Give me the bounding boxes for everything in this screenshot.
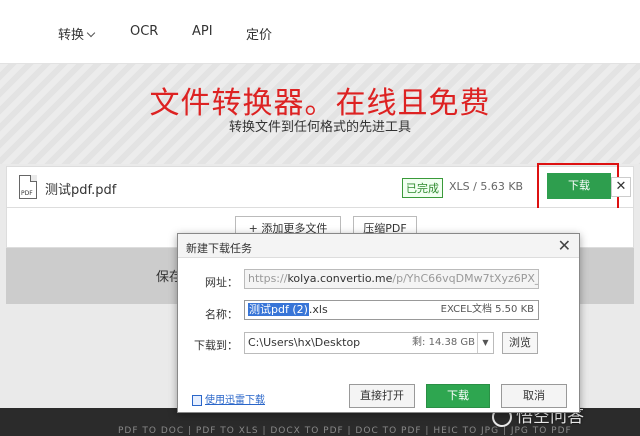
filename-field[interactable]: 测试pdf (2).xls EXCEL文档 5.50 KB	[244, 300, 539, 320]
open-directly-button[interactable]: 直接打开	[349, 384, 415, 408]
nav-api[interactable]: API	[192, 24, 213, 39]
chevron-down-icon	[86, 28, 96, 38]
browse-button[interactable]: 浏览	[502, 332, 538, 354]
save-path: C:\Users\hx\Desktop	[248, 336, 361, 349]
dialog-title: 新建下载任务	[186, 242, 252, 255]
url-prefix: https://	[248, 272, 288, 285]
file-row: PDF 测试pdf.pdf 已完成 XLS / 5.63 KB 下载 ✕	[6, 163, 634, 211]
nav-ocr[interactable]: OCR	[130, 24, 158, 39]
dropdown-arrow-icon[interactable]: ▼	[477, 333, 493, 353]
hero-banner: 文件转换器。在线且免费 转换文件到任何格式的先进工具	[0, 64, 640, 164]
nav-convert[interactable]: 转换	[58, 24, 96, 43]
nav-pricing[interactable]: 定价	[246, 24, 272, 43]
url-host: kolya.convertio.me	[287, 272, 393, 285]
url-path: /p/YhC66vqDMw7tXyz6PX_9eg/1	[392, 272, 538, 285]
new-download-dialog: 新建下载任务 ✕ 网址： https://kolya.convertio.me/…	[177, 233, 580, 413]
thunder-download-link[interactable]: 使用迅雷下载	[192, 391, 265, 406]
thunder-label: 使用迅雷下载	[205, 395, 265, 406]
dialog-titlebar: 新建下载任务 ✕	[178, 234, 579, 258]
download-button[interactable]: 下载	[547, 173, 611, 199]
top-nav: 转换 OCR API 定价	[0, 0, 640, 64]
free-space: 剩: 14.38 GB	[412, 337, 475, 348]
save-location-select[interactable]: C:\Users\hx\Desktop 剩: 14.38 GB ▼	[244, 332, 494, 354]
cancel-button[interactable]: 取消	[501, 384, 567, 408]
download-highlight-box: 下载	[537, 163, 619, 211]
status-badge: 已完成	[402, 178, 443, 198]
url-label: 网址：	[205, 276, 238, 289]
name-label: 名称：	[205, 308, 238, 321]
remove-file-button[interactable]: ✕	[611, 177, 631, 197]
nav-convert-label: 转换	[58, 28, 85, 43]
file-format-size: XLS / 5.63 KB	[449, 180, 524, 193]
dest-label: 下载到：	[194, 339, 238, 352]
filename-ext: .xls	[308, 303, 328, 316]
dialog-download-button[interactable]: 下载	[426, 384, 490, 408]
filename-selected: 测试pdf (2)	[248, 303, 309, 316]
pdf-file-icon: PDF	[19, 175, 37, 199]
dialog-close-icon[interactable]: ✕	[558, 236, 571, 255]
url-field[interactable]: https://kolya.convertio.me/p/YhC66vqDMw7…	[244, 269, 539, 289]
file-name: 测试pdf.pdf	[45, 183, 117, 198]
file-type-size: EXCEL文档 5.50 KB	[440, 304, 534, 315]
footer-links[interactable]: PDF TO DOC | PDF TO XLS | DOCX TO PDF | …	[118, 426, 572, 436]
pdf-icon-label: PDF	[21, 190, 33, 197]
thunder-icon	[192, 394, 202, 406]
hero-subtitle: 转换文件到任何格式的先进工具	[228, 120, 411, 135]
